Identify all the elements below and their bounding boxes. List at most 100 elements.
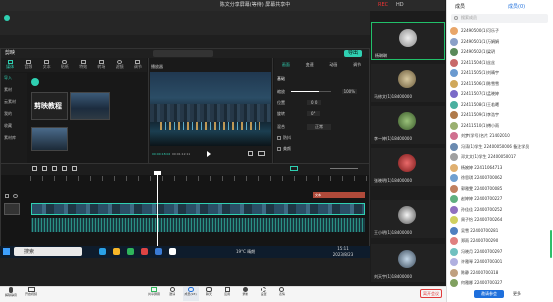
list-item[interactable]: 22411505(1)刘晴宇 [450, 68, 550, 78]
mute-button[interactable]: 解除静音 [3, 287, 19, 301]
tab-stickers[interactable]: 贴纸 [56, 58, 74, 72]
magnet-icon[interactable] [290, 166, 298, 171]
list-item[interactable]: 徐思琪 22400700062 [450, 173, 550, 183]
tab-text[interactable]: 文本 [38, 58, 56, 72]
invite-toolbar-button[interactable]: 邀请 [164, 287, 180, 301]
playhead-handle[interactable] [154, 171, 161, 175]
list-item[interactable]: 邓文文(1)学生 22400050017 [450, 152, 550, 162]
list-item[interactable]: 22411504(1)丝丝 [450, 58, 550, 68]
play-icon[interactable] [207, 151, 211, 157]
side-item-cloud[interactable]: 云素材 [4, 99, 16, 105]
list-item[interactable]: 孙佳佳 22400700252 [450, 205, 550, 215]
record-button[interactable]: 录制 [237, 287, 253, 301]
fullscreen-icon[interactable] [248, 151, 253, 156]
tab-adjust-right[interactable]: 调节 [345, 62, 369, 70]
tab-speed[interactable]: 变速 [298, 62, 322, 70]
apps-button[interactable]: 应用 [219, 287, 235, 301]
member-search[interactable]: 搜索成员 [451, 14, 548, 23]
list-item[interactable]: 22411510(1)傅小雨 [450, 121, 550, 131]
media-add-icon[interactable] [31, 78, 39, 86]
list-item[interactable]: 何雅娜 22400700327 [450, 278, 550, 288]
taskbar-app-5[interactable] [155, 248, 162, 255]
chat-button[interactable]: 聊天 [201, 287, 217, 301]
side-item-favorites[interactable]: 收藏 [4, 123, 12, 129]
track-lock-icon[interactable] [5, 194, 9, 198]
freeze-icon[interactable] [52, 166, 57, 171]
stabilize-checkbox[interactable] [277, 136, 281, 140]
leave-meeting-button[interactable]: 离开会议 [420, 289, 442, 298]
list-item[interactable]: 吴雪 22400700281 [450, 226, 550, 236]
participant-tile-4[interactable]: 张晓明(1)18400000 [371, 148, 445, 186]
audio-track-clip[interactable] [31, 218, 365, 232]
tab-picture[interactable]: 画面 [274, 62, 298, 70]
list-item[interactable]: 许雅琴 22400700301 [450, 257, 550, 267]
list-item[interactable]: 22411507(1)孟晓婷 [450, 89, 550, 99]
video-button[interactable]: 开启视频 [23, 287, 39, 301]
blend-select[interactable]: 正常 [307, 124, 331, 130]
more-button[interactable]: 更多 [508, 290, 526, 298]
tab-transitions[interactable]: 转场 [92, 58, 110, 72]
list-item[interactable]: 郑雨 22400700290 [450, 236, 550, 246]
list-item[interactable]: 郭雅雯 22400700085 [450, 184, 550, 194]
tab-filters[interactable]: 滤镜 [111, 58, 129, 72]
player-video[interactable] [150, 72, 271, 146]
participant-tile-1[interactable]: 杨琳琳 [371, 22, 445, 60]
list-item[interactable]: 刘梦(学号)名片 21402010 [450, 131, 550, 141]
mirror-icon[interactable] [62, 166, 67, 171]
participant-tile-3[interactable]: 李一婷(1)18400000 [371, 106, 445, 144]
zoom-slider[interactable] [330, 168, 358, 169]
scale-slider[interactable] [291, 91, 331, 92]
ratio-icon[interactable] [258, 151, 265, 156]
tab-media[interactable]: 媒体 [1, 58, 19, 72]
list-item[interactable]: 周子怡 22400700264 [450, 215, 550, 225]
members-button[interactable]: 成员(93) [182, 287, 199, 301]
list-item[interactable]: 22411506(1)陈雪雪 [450, 79, 550, 89]
taskbar-app-1[interactable] [99, 248, 106, 255]
list-item[interactable]: 22490501(1)万娟娟 [450, 37, 550, 47]
list-item[interactable]: 22490500(1)可乐子 [450, 26, 550, 36]
position-value[interactable]: 0 0 [307, 100, 322, 105]
media-thumb-2[interactable] [70, 92, 110, 120]
video-track-clip[interactable] [31, 203, 365, 215]
track-eye-icon[interactable] [13, 194, 18, 198]
list-item[interactable]: 22411509(1)李浩宇 [450, 110, 550, 120]
beauty-checkbox[interactable] [277, 147, 281, 151]
invite-button[interactable]: 邀请参会 [474, 290, 504, 298]
list-item[interactable]: 陈静 22400700318 [450, 268, 550, 278]
rotate-value[interactable]: 0° [307, 111, 320, 116]
windows-start-icon[interactable] [3, 248, 10, 255]
share-info-icon[interactable] [4, 15, 10, 21]
participant-tile-2[interactable]: 马修文(1)18400000 [371, 64, 445, 102]
list-item[interactable]: 冯晓月 22400700297 [450, 247, 550, 257]
taskbar-search[interactable]: 搜索 [14, 247, 82, 256]
list-item[interactable]: 22411508(1)王若曦 [450, 100, 550, 110]
list-item[interactable]: 赵婷婷 22400700227 [450, 194, 550, 204]
tab-effects[interactable]: 特效 [74, 58, 92, 72]
share-screen-button[interactable]: 共享屏幕 [146, 287, 162, 301]
side-item-material[interactable]: 素材 [4, 87, 12, 93]
taskbar-app-4[interactable] [141, 248, 148, 255]
settings-button[interactable]: 设置 [256, 287, 272, 301]
side-item-mine[interactable]: 我的 [4, 111, 12, 117]
scale-value[interactable]: 100% [341, 89, 357, 94]
media-thumb-1[interactable]: 剪映教程 [31, 92, 68, 120]
side-item-import[interactable]: 导入 [4, 75, 12, 81]
participant-tile-6[interactable]: 刘天宇(1)18400000 [371, 244, 445, 282]
taskbar-app-2[interactable] [113, 248, 120, 255]
member-count-toggle[interactable]: 成员(0) [508, 3, 544, 11]
taskbar-app-6[interactable] [169, 248, 176, 255]
media-thumb-3[interactable] [31, 127, 68, 151]
emoji-button[interactable]: 表情 [274, 287, 290, 301]
editor-project-pill[interactable] [153, 50, 213, 57]
delete-icon[interactable] [42, 166, 47, 171]
tab-animation[interactable]: 动画 [322, 62, 346, 70]
playhead[interactable] [157, 172, 158, 248]
taskbar-app-3[interactable] [127, 248, 134, 255]
cover-thumb[interactable] [4, 203, 20, 215]
member-scrollbar[interactable] [550, 230, 552, 258]
list-item[interactable]: 22490502(1)梁玥 [450, 47, 550, 57]
crop-icon[interactable] [72, 166, 77, 171]
split-icon[interactable] [32, 166, 37, 171]
participant-tile-5[interactable]: 王小明(1)18400000 [371, 200, 445, 238]
tab-adjust[interactable]: 调节 [129, 58, 147, 72]
